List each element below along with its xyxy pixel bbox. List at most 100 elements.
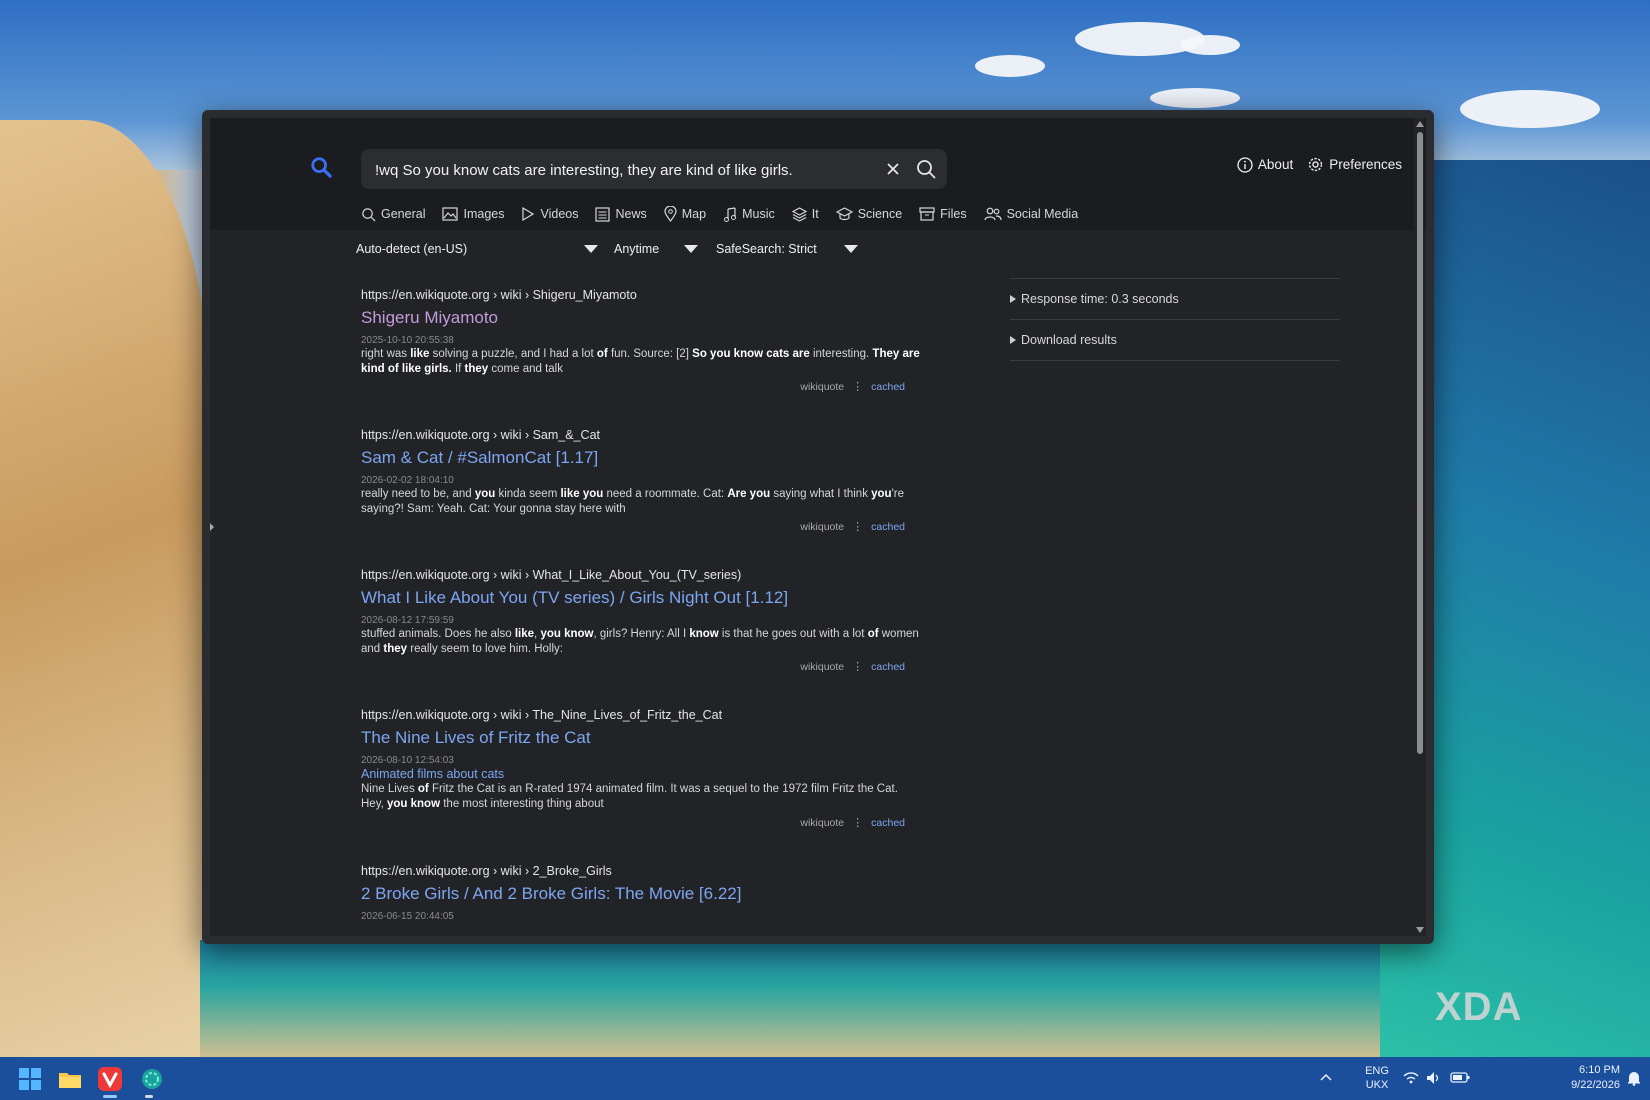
result-category-link[interactable]: Animated films about cats (361, 767, 921, 781)
tab-videos[interactable]: Videos (521, 206, 578, 222)
tab-it[interactable]: It (791, 206, 819, 222)
language-indicator[interactable]: ENG UKX (1360, 1064, 1394, 1092)
tab-music[interactable]: Music (723, 206, 775, 222)
tab-files[interactable]: Files (919, 206, 967, 222)
search-icon[interactable] (915, 158, 937, 180)
battery-icon[interactable] (1450, 1070, 1470, 1084)
tab-images[interactable]: Images (442, 206, 504, 222)
tab-label: Files (940, 207, 967, 221)
tab-label: Social Media (1006, 207, 1079, 221)
cached-link[interactable]: cached (871, 381, 905, 393)
cloud (1150, 88, 1240, 108)
gear-icon (1309, 157, 1323, 172)
sidebar-handle-icon[interactable] (210, 523, 214, 531)
tab-map[interactable]: Map (664, 206, 706, 222)
result-domain: https://en.wikiquote.org (361, 568, 490, 582)
scroll-down-icon[interactable] (1416, 927, 1424, 933)
result-title[interactable]: 2 Broke Girls / And 2 Broke Girls: The M… (361, 884, 921, 904)
image-icon (442, 207, 459, 221)
result-path: › wiki › 2_Broke_Girls (489, 864, 612, 878)
language-select[interactable]: Auto-detect (en-US) (356, 242, 598, 256)
time-select[interactable]: Anytime (614, 242, 698, 256)
browser-window: About Preferences General Images V (202, 110, 1434, 944)
archive-icon (919, 207, 935, 221)
more-icon[interactable]: ⋮ (852, 660, 863, 673)
tab-general[interactable]: General (361, 206, 425, 222)
result-snippet: right was like solving a puzzle, and I h… (361, 348, 920, 375)
search-header: About Preferences General Images V (210, 118, 1426, 230)
clock[interactable]: 6:10 PM 9/22/2026 (1550, 1063, 1620, 1093)
response-time-toggle[interactable]: Response time: 0.3 seconds (1010, 278, 1340, 319)
tab-label: Videos (540, 207, 579, 221)
lang-secondary: UKX (1365, 1079, 1389, 1091)
cached-link[interactable]: cached (871, 521, 905, 533)
result-item: https://en.wikiquote.org › wiki › What_I… (361, 568, 921, 673)
result-url[interactable]: https://en.wikiquote.org › wiki › The_Ni… (361, 708, 921, 722)
music-note-icon (724, 206, 737, 222)
about-link[interactable]: About (1237, 156, 1293, 173)
search-input[interactable] (373, 149, 867, 191)
result-engine: wikiquote (800, 816, 845, 829)
result-domain: https://en.wikiquote.org (361, 428, 490, 442)
chevron-down-icon (844, 245, 858, 253)
triangle-right-icon (1010, 295, 1016, 303)
tab-label: News (615, 207, 647, 221)
more-icon[interactable]: ⋮ (852, 380, 863, 393)
download-results-toggle[interactable]: Download results (1010, 319, 1340, 361)
top-links: About Preferences (1237, 156, 1402, 173)
wifi-icon[interactable] (1403, 1071, 1419, 1085)
more-icon[interactable]: ⋮ (852, 816, 863, 829)
cloud (1180, 35, 1240, 55)
file-explorer-icon[interactable] (56, 1065, 84, 1093)
result-url[interactable]: https://en.wikiquote.org › wiki › Sam_&_… (361, 428, 921, 442)
search-icon (362, 207, 376, 221)
clear-icon[interactable] (883, 159, 903, 179)
clock-date: 9/22/2026 (1571, 1079, 1620, 1091)
layers-icon (791, 206, 807, 222)
result-domain: https://en.wikiquote.org (361, 708, 490, 722)
result-item: https://en.wikiquote.org › wiki › Shiger… (361, 288, 921, 393)
result-engine: wikiquote (800, 380, 845, 393)
safesearch-select[interactable]: SafeSearch: Strict (716, 242, 858, 256)
search-logo-icon[interactable] (310, 156, 332, 178)
tab-label: Map (681, 207, 707, 221)
download-results-label: Download results (1021, 333, 1117, 347)
start-icon[interactable] (16, 1065, 44, 1093)
response-time-label: Response time: 0.3 seconds (1021, 292, 1179, 306)
result-title[interactable]: What I Like About You (TV series) / Girl… (361, 588, 921, 608)
result-item: https://en.wikiquote.org › wiki › 2_Brok… (361, 864, 921, 922)
vivaldi-browser-icon[interactable] (96, 1065, 124, 1093)
scrollbar-thumb[interactable] (1417, 132, 1423, 754)
tab-science[interactable]: Science (835, 206, 902, 222)
filter-bar: Auto-detect (en-US) Anytime SafeSearch: … (356, 242, 858, 256)
result-meta: wikiquote ⋮ cached (800, 380, 905, 394)
volume-icon[interactable] (1426, 1071, 1442, 1085)
result-url[interactable]: https://en.wikiquote.org › wiki › 2_Brok… (361, 864, 921, 878)
result-title[interactable]: The Nine Lives of Fritz the Cat (361, 728, 921, 748)
result-title[interactable]: Shigeru Miyamoto (361, 308, 921, 328)
tab-label: Music (742, 207, 775, 221)
notification-bell-icon[interactable] (1626, 1070, 1642, 1086)
result-url[interactable]: https://en.wikiquote.org › wiki › Shiger… (361, 288, 921, 302)
result-title[interactable]: Sam & Cat / #SalmonCat [1.17] (361, 448, 921, 468)
more-icon[interactable]: ⋮ (852, 520, 863, 533)
active-app-indicator (103, 1095, 117, 1098)
category-tabs: General Images Videos News Map Music It … (361, 206, 1078, 222)
chevron-up-icon[interactable] (1320, 1072, 1332, 1082)
app-icon[interactable] (138, 1065, 166, 1093)
cached-link[interactable]: cached (871, 817, 905, 829)
result-meta: wikiquote ⋮ cached (800, 816, 905, 830)
sidebar: Response time: 0.3 seconds Download resu… (1010, 278, 1340, 361)
tab-social-media[interactable]: Social Media (983, 206, 1079, 222)
scroll-up-icon[interactable] (1416, 121, 1424, 127)
lang-primary: ENG (1365, 1065, 1389, 1077)
info-icon (1237, 156, 1253, 173)
result-url[interactable]: https://en.wikiquote.org › wiki › What_I… (361, 568, 921, 582)
cached-link[interactable]: cached (871, 661, 905, 673)
result-engine: wikiquote (800, 660, 845, 673)
preferences-link[interactable]: Preferences (1307, 156, 1402, 173)
taskbar: ENG UKX 6:10 PM 9/22/2026 (0, 1057, 1650, 1100)
preferences-label: Preferences (1329, 157, 1402, 172)
result-engine: wikiquote (800, 520, 845, 533)
tab-news[interactable]: News (595, 206, 647, 222)
